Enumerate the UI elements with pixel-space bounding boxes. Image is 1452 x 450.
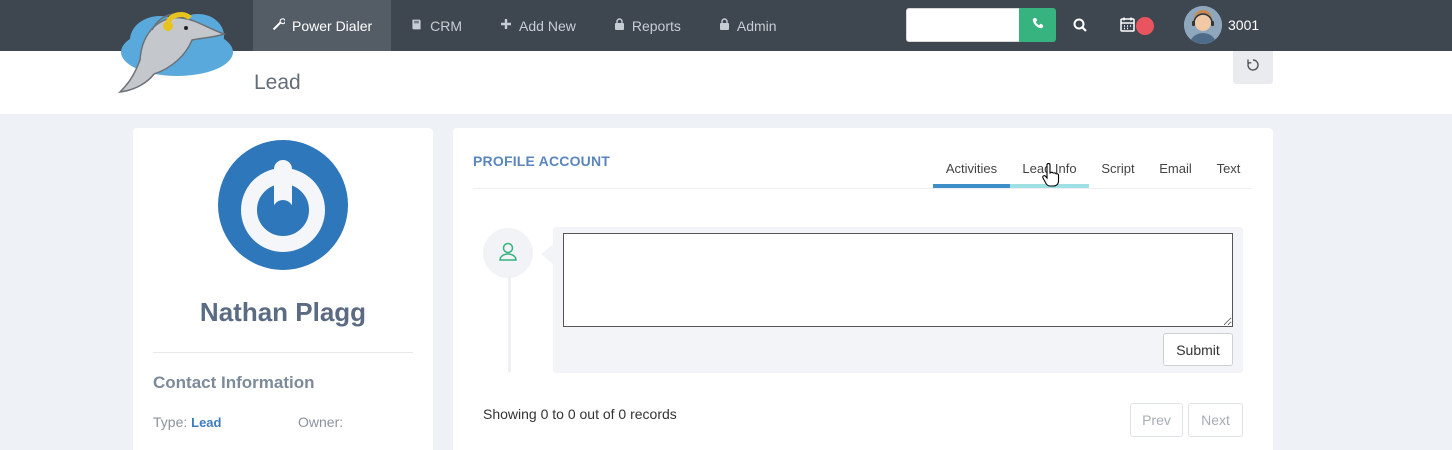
hand-cursor-icon [1042, 163, 1060, 187]
phone-icon [1032, 16, 1044, 34]
tab-script[interactable]: Script [1089, 148, 1147, 188]
plus-icon [500, 18, 512, 33]
type-value-link[interactable]: Lead [191, 415, 221, 430]
lead-logo [218, 140, 348, 270]
tab-email[interactable]: Email [1147, 148, 1204, 188]
page-title: Lead [254, 71, 301, 94]
dial-button[interactable] [1019, 8, 1056, 42]
search-icon[interactable] [1071, 16, 1089, 34]
records-count: Showing 0 to 0 out of 0 records [483, 406, 677, 422]
timeline-avatar [483, 228, 533, 278]
nav-label: Reports [631, 17, 681, 34]
tab-text[interactable]: Text [1204, 148, 1253, 188]
nav-label: Admin [736, 17, 777, 34]
calendar-icon[interactable] [1119, 16, 1137, 34]
nav-label: Add New [519, 17, 576, 34]
contact-info-heading: Contact Information [153, 373, 315, 392]
submit-button[interactable]: Submit [1163, 333, 1233, 366]
tab-activities[interactable]: Activities [933, 148, 1010, 188]
type-label: Type: [153, 414, 188, 430]
prev-page-button[interactable]: Prev [1130, 403, 1183, 437]
next-page-button[interactable]: Next [1188, 403, 1243, 437]
profile-tabs: Activities Lead Info Script Email Text [933, 148, 1253, 188]
activity-comment-box: Submit [553, 227, 1243, 373]
wrench-icon [272, 17, 286, 34]
nav-item-admin[interactable]: Admin [700, 0, 796, 51]
nav-label: Power Dialer [292, 17, 373, 34]
active-tab-indicator [933, 184, 1010, 188]
owner-label: Owner: [298, 414, 344, 430]
refresh-button[interactable] [1233, 51, 1273, 84]
profile-account-title: PROFILE ACCOUNT [473, 153, 611, 169]
activity-comment-input[interactable] [563, 233, 1233, 327]
timeline-line [508, 276, 511, 372]
nav-item-add-new[interactable]: Add New [481, 0, 595, 51]
main-nav: Power Dialer CRM Add New Reports Admin [253, 0, 796, 51]
lock-icon [719, 17, 730, 34]
lead-name: Nathan Plagg [199, 297, 367, 327]
user-icon [497, 240, 519, 267]
tabs-divider [473, 188, 1252, 189]
divider [153, 352, 413, 353]
avatar[interactable] [1184, 6, 1222, 44]
dial-search-input[interactable] [906, 8, 1020, 42]
type-field: Type: Lead [153, 414, 221, 430]
nav-item-reports[interactable]: Reports [595, 0, 700, 51]
lock-icon [614, 17, 625, 34]
refresh-icon [1246, 58, 1260, 77]
notification-badge [1136, 17, 1154, 35]
profile-account-card: PROFILE ACCOUNT Activities Lead Info Scr… [453, 128, 1273, 450]
dolphin-logo[interactable] [112, 0, 242, 96]
comment-arrow [541, 244, 553, 264]
lead-summary-card: Nathan Plagg Contact Information Type: L… [133, 128, 433, 450]
nav-item-crm[interactable]: CRM [391, 0, 481, 51]
nav-label: CRM [430, 17, 463, 34]
book-icon [410, 18, 423, 34]
user-extension[interactable]: 3001 [1228, 17, 1259, 33]
nav-item-power-dialer[interactable]: Power Dialer [253, 0, 392, 51]
